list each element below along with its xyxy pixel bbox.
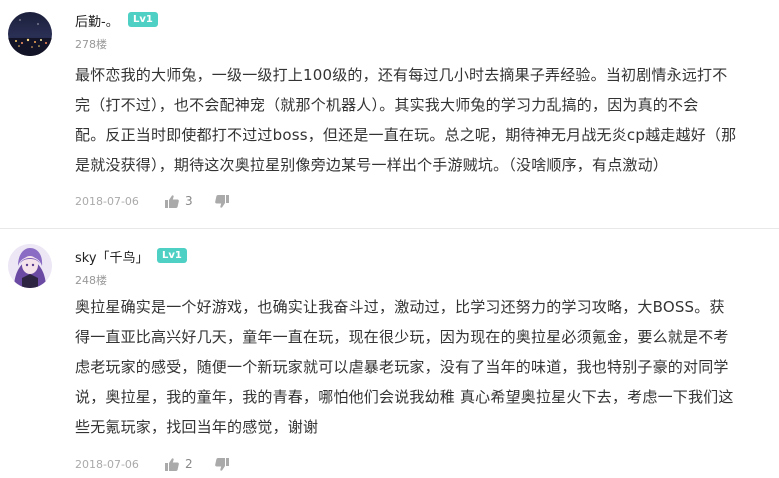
floor-number: 278楼 [75, 38, 107, 51]
anime-character-avatar-icon[interactable] [8, 244, 52, 288]
thumbs-down-icon[interactable] [214, 457, 229, 471]
comment-body: 最怀恋我的大师兔，一级一级打上100级的，还有每过几小时去摘果子弄经验。当初剧情… [75, 60, 765, 180]
comment-divider [0, 228, 779, 229]
comment-item: 后勤-。 Lv1 278楼 最怀恋我的大师兔，一级一级打上100级的，还有每过几… [0, 0, 779, 228]
comment-line: 最怀恋我的大师兔，一级一级打上100级的，还有每过几小时去摘果子弄经验。当初剧情… [75, 66, 728, 84]
username[interactable]: sky「千鸟」 [75, 247, 149, 266]
night-city-avatar-icon[interactable] [8, 12, 52, 56]
comment-line: 得一直亚比高兴好几天，童年一直在玩，现在很少玩，因为现在的奥拉星必须氪金，要么就… [75, 328, 729, 346]
comment-item: sky「千鸟」 Lv1 248楼 奥拉星确实是一个好游戏，也确实让我奋斗过，激动… [0, 230, 779, 478]
comment-line: 完（打不过），也不会配神宠（就那个机器人）。其实我大师兔的学习力乱搞的，因为真的… [75, 96, 699, 114]
comment-line: 虑老玩家的感受，随便一个新玩家就可以虐暴老玩家，没有了当年的味道，我也特别子豪的… [75, 358, 729, 376]
level-badge: Lv1 [157, 248, 187, 263]
comment-meta: 2018-07-06 2 [75, 454, 229, 474]
floor-number: 248楼 [75, 274, 107, 287]
comment-line: 奥拉星确实是一个好游戏，也确实让我奋斗过，激动过，比学习还努力的学习攻略，大BO… [75, 298, 725, 316]
thumbs-down-icon[interactable] [214, 194, 229, 208]
comment-line: 配。反正当时即使都打不过过boss，但还是一直在玩。总之呢，期待神无月战无炎cp… [75, 126, 737, 144]
username[interactable]: 后勤-。 [75, 11, 119, 30]
comment-line: 说，奥拉星，我的童年，我的青春，哪怕他们会说我幼稚 真心希望奥拉星火下去，考虑一… [75, 388, 734, 406]
level-badge: Lv1 [128, 12, 158, 27]
comment-date: 2018-07-06 [75, 194, 139, 208]
comment-date: 2018-07-06 [75, 457, 139, 471]
like-count: 2 [184, 457, 193, 471]
comment-line: 些无氪玩家，找回当年的感觉，谢谢 [75, 418, 319, 436]
comment-body: 奥拉星确实是一个好游戏，也确实让我奋斗过，激动过，比学习还努力的学习攻略，大BO… [75, 292, 765, 442]
comment-line: 是就没获得），期待这次奥拉星别像旁边某号一样出个手游贼坑。（没啥顺序，有点激动） [75, 156, 669, 174]
like-count: 3 [184, 194, 193, 208]
thumbs-up-icon[interactable] [164, 457, 179, 471]
comment-meta: 2018-07-06 3 [75, 191, 229, 211]
thumbs-up-icon[interactable] [164, 194, 179, 208]
